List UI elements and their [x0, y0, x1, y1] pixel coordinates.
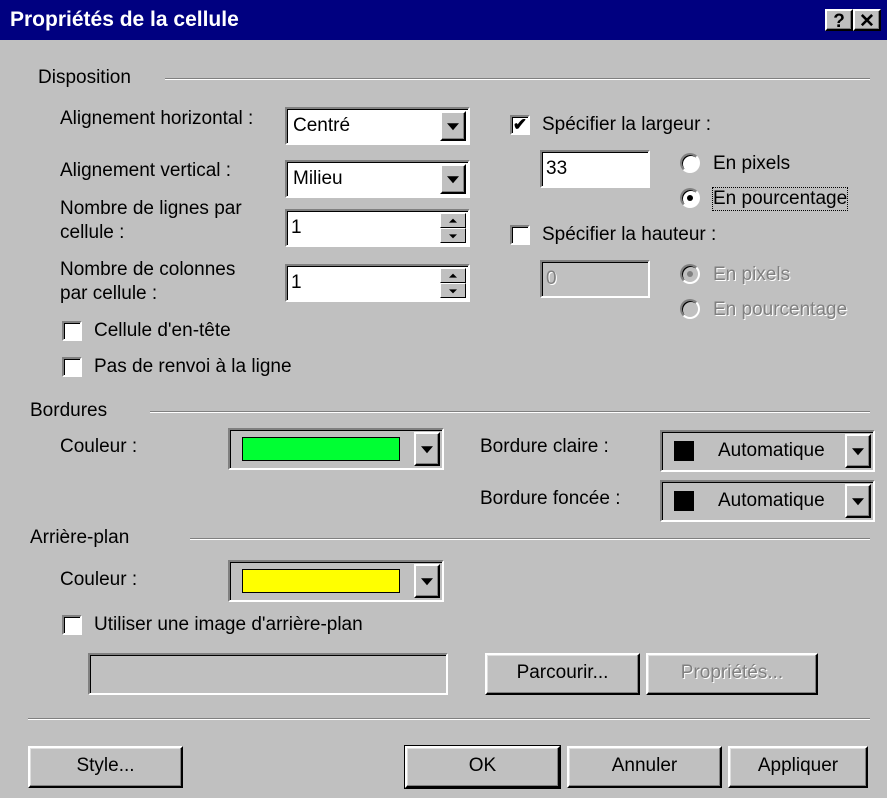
rows-spin[interactable]: [440, 213, 466, 243]
width-percent-label: En pourcentage: [711, 187, 849, 211]
chevron-down-icon: [852, 498, 864, 506]
spin-up-icon[interactable]: [440, 213, 466, 228]
background-color-dropdown-button[interactable]: [414, 564, 440, 598]
specify-width-checkbox[interactable]: ✔: [510, 115, 530, 135]
image-path-input[interactable]: [88, 653, 448, 695]
rows-label-line2: cellule :: [60, 222, 125, 243]
dark-border-value: Automatique: [718, 490, 825, 511]
dark-border-select[interactable]: Automatique: [660, 480, 875, 522]
border-color-picker[interactable]: [228, 428, 444, 470]
rows-value: 1: [291, 217, 302, 238]
style-button[interactable]: Style...: [28, 746, 183, 788]
dark-border-label: Bordure foncée :: [480, 488, 621, 509]
dialog-title: Propriétés de la cellule: [10, 8, 239, 31]
cancel-button[interactable]: Annuler: [567, 746, 722, 788]
specify-height-label: Spécifier la hauteur :: [542, 224, 717, 245]
spin-up-icon[interactable]: [440, 268, 466, 283]
footer-divider: [28, 718, 870, 720]
border-color-label: Couleur :: [60, 436, 138, 457]
browse-button[interactable]: Parcourir...: [485, 653, 640, 695]
spin-down-icon[interactable]: [440, 228, 466, 243]
radio-dot-icon: [687, 271, 693, 277]
light-border-select[interactable]: Automatique: [660, 430, 875, 472]
chevron-down-icon: [447, 123, 459, 131]
cols-spin[interactable]: [440, 268, 466, 298]
properties-button[interactable]: Propriétés...: [646, 653, 818, 695]
background-group-label: Arrière-plan: [30, 527, 130, 548]
light-border-dropdown-button[interactable]: [845, 434, 871, 468]
light-border-label: Bordure claire :: [480, 436, 609, 457]
v-align-label: Alignement vertical :: [60, 160, 232, 181]
cols-value: 1: [291, 272, 302, 293]
specify-width-label: Spécifier la largeur :: [542, 114, 711, 135]
rows-label-line1: Nombre de lignes par: [60, 198, 242, 219]
h-align-dropdown-button[interactable]: [440, 111, 466, 141]
cols-label-line2: par cellule :: [60, 283, 158, 304]
ok-button[interactable]: OK: [404, 745, 561, 789]
v-align-select[interactable]: Milieu: [285, 160, 470, 198]
use-image-label: Utiliser une image d'arrière-plan: [94, 614, 363, 635]
chevron-down-icon: [447, 176, 459, 184]
dark-border-swatch: [674, 491, 694, 511]
header-cell-label: Cellule d'en-tête: [94, 320, 231, 341]
no-wrap-label: Pas de renvoi à la ligne: [94, 356, 292, 377]
width-input[interactable]: 33: [540, 150, 650, 188]
height-percent-label: En pourcentage: [713, 299, 848, 320]
v-align-dropdown-button[interactable]: [440, 164, 466, 194]
h-align-value: Centré: [293, 115, 351, 136]
light-border-value: Automatique: [718, 440, 825, 461]
specify-height-checkbox[interactable]: [510, 225, 530, 245]
light-border-swatch: [674, 441, 694, 461]
background-color-label: Couleur :: [60, 569, 138, 590]
height-input[interactable]: 0: [540, 260, 650, 298]
height-value: 0: [546, 268, 557, 289]
width-pixels-label: En pixels: [713, 153, 791, 174]
disposition-group-label: Disposition: [38, 67, 131, 88]
no-wrap-checkbox[interactable]: [62, 357, 82, 377]
chevron-down-icon: [421, 446, 433, 454]
width-value: 33: [546, 158, 568, 179]
background-divider: [190, 538, 870, 540]
h-align-label: Alignement horizontal :: [60, 108, 254, 129]
bordures-group-label: Bordures: [30, 400, 108, 421]
h-align-select[interactable]: Centré: [285, 107, 470, 145]
height-percent-radio[interactable]: [680, 299, 700, 319]
width-pixels-radio[interactable]: [680, 153, 700, 173]
header-cell-checkbox[interactable]: [62, 321, 82, 341]
rows-stepper[interactable]: 1: [285, 209, 470, 247]
v-align-value: Milieu: [293, 168, 343, 189]
border-color-swatch: [242, 437, 400, 461]
cols-stepper[interactable]: 1: [285, 264, 470, 302]
width-percent-radio[interactable]: [680, 188, 700, 208]
dark-border-dropdown-button[interactable]: [845, 484, 871, 518]
disposition-divider: [165, 78, 870, 80]
spin-down-icon[interactable]: [440, 283, 466, 298]
help-button[interactable]: ?: [825, 9, 853, 32]
close-button[interactable]: ✕: [853, 9, 881, 32]
cols-label-line1: Nombre de colonnes: [60, 259, 236, 280]
height-pixels-label: En pixels: [713, 264, 791, 285]
background-color-picker[interactable]: [228, 560, 444, 602]
radio-dot-icon: [687, 195, 693, 201]
use-image-checkbox[interactable]: [62, 615, 82, 635]
bordures-divider: [150, 411, 870, 413]
chevron-down-icon: [852, 448, 864, 456]
apply-button[interactable]: Appliquer: [728, 746, 868, 788]
border-color-dropdown-button[interactable]: [414, 432, 440, 466]
height-pixels-radio[interactable]: [680, 264, 700, 284]
chevron-down-icon: [421, 578, 433, 586]
background-color-swatch: [242, 569, 400, 593]
